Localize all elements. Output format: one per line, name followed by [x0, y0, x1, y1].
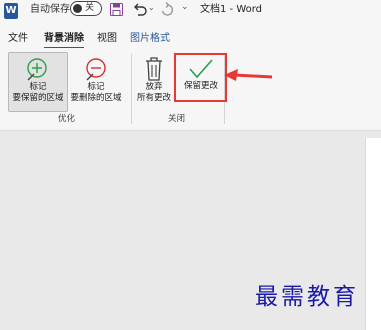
discard-line1: 放弃 — [145, 82, 163, 92]
autosave-state: 关 — [85, 3, 95, 13]
title-bar: W 自动保存 关 ⌄ ⌄ 文档1 - Word — [0, 0, 381, 27]
discard-line2: 所有更改 — [136, 93, 171, 103]
red-arrow-icon — [224, 69, 273, 81]
document-title: 文档1 - Word — [200, 4, 263, 15]
group-label-close: 关闭 — [168, 114, 186, 124]
trash-icon — [146, 57, 162, 81]
tab-picture-format[interactable]: 图片格式 — [130, 32, 170, 46]
group-label-refine: 优化 — [58, 114, 76, 124]
highlight-box — [174, 53, 227, 102]
ribbon-tabs: 文件 背景消除 视图 图片格式 — [0, 26, 381, 50]
pencil-plus-icon — [27, 58, 47, 81]
discard-all-changes-button[interactable]: 放弃 所有更改 — [134, 53, 174, 111]
toggle-knob — [73, 4, 82, 13]
group-divider — [131, 54, 132, 124]
tab-file[interactable]: 文件 — [8, 32, 28, 46]
watermark: 最需教育 — [255, 284, 359, 310]
customize-qat-icon[interactable]: ⌄ — [181, 2, 189, 12]
mark-keep-line2: 要保留的区域 — [12, 93, 64, 103]
mark-remove-line1: 标记 — [87, 82, 105, 92]
word-window: W 自动保存 关 ⌄ ⌄ 文档1 - Word 文件 背景消除 视图 图片格式 — [0, 0, 381, 330]
undo-icon[interactable] — [132, 2, 148, 17]
redo-icon[interactable] — [160, 2, 174, 17]
undo-dropdown-icon[interactable]: ⌄ — [148, 3, 155, 12]
mark-areas-to-remove-button[interactable]: 标记 要删除的区域 — [66, 53, 126, 111]
tab-view[interactable]: 视图 — [97, 32, 117, 46]
save-icon[interactable] — [110, 3, 123, 16]
mark-keep-line1: 标记 — [29, 82, 47, 92]
word-app-icon: W — [4, 3, 18, 19]
autosave-label: 自动保存 — [30, 4, 70, 15]
mark-remove-line2: 要删除的区域 — [70, 93, 122, 103]
autosave-toggle[interactable]: 关 — [70, 1, 102, 16]
mark-areas-to-keep-button[interactable]: 标记 要保留的区域 — [8, 52, 68, 112]
document-page[interactable] — [365, 138, 381, 330]
pencil-minus-icon — [86, 58, 106, 81]
